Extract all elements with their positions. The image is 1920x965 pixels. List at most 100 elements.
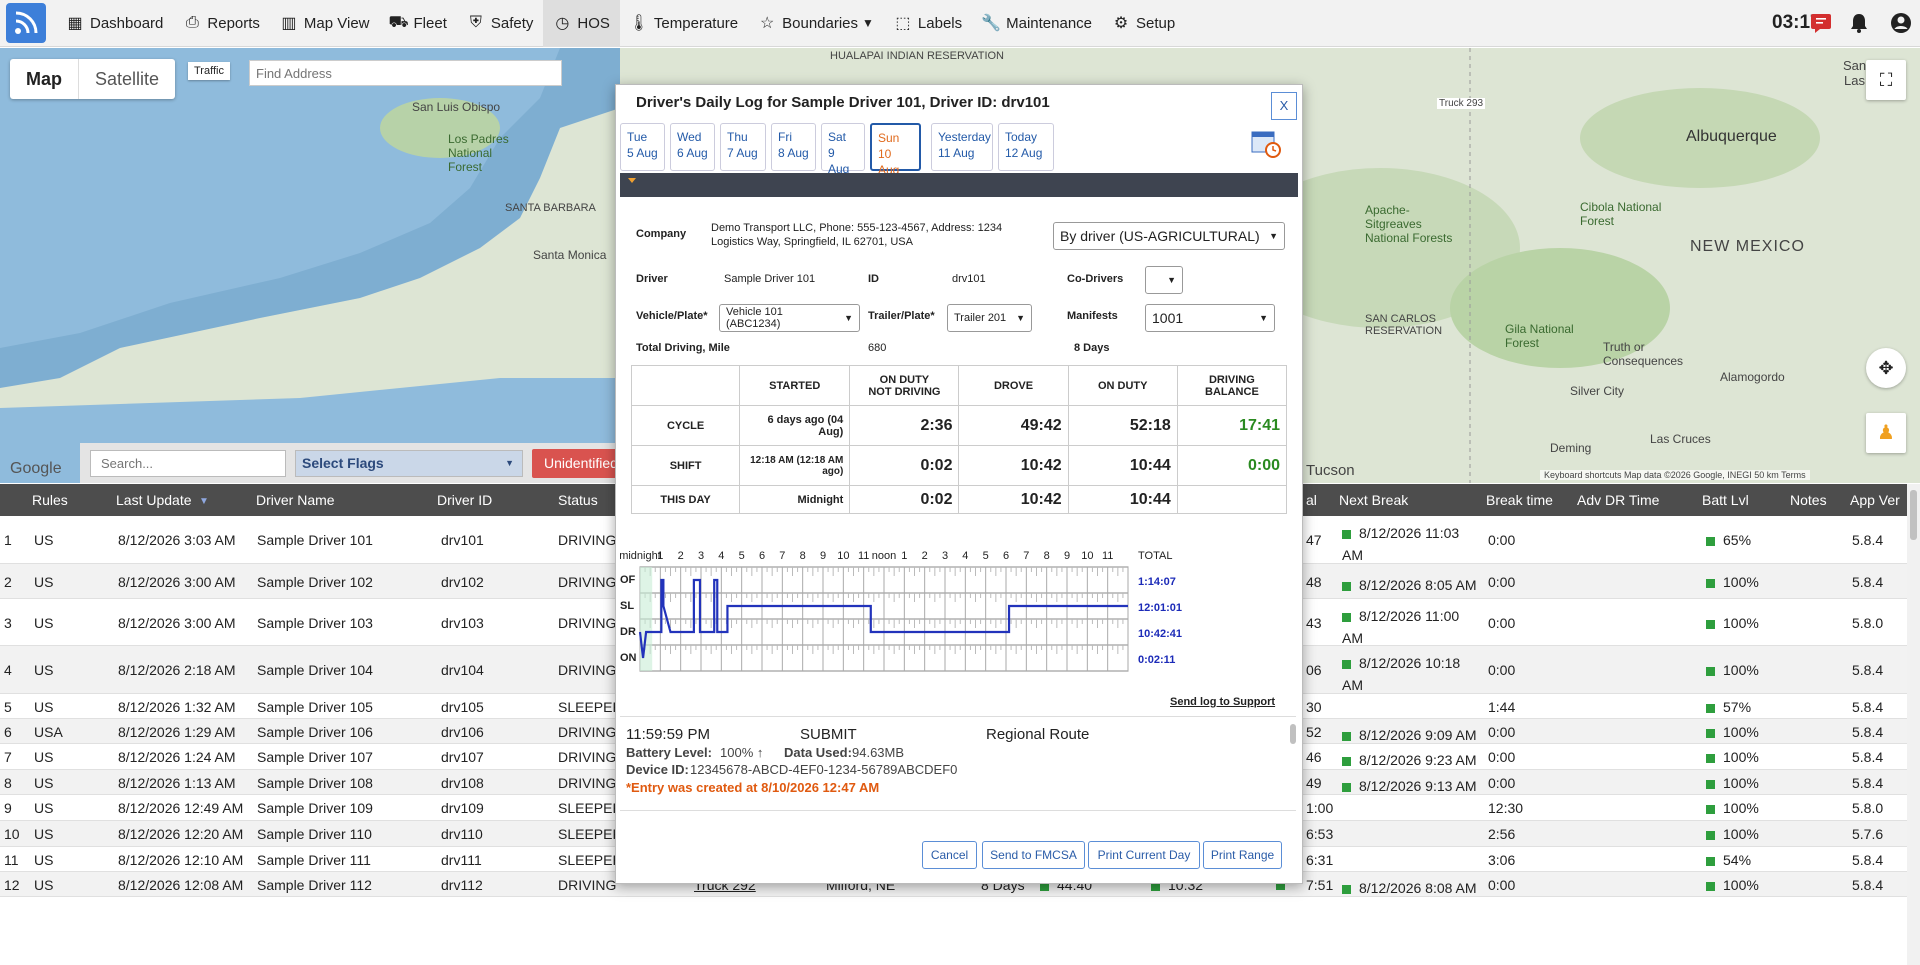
rss-logo-icon[interactable] xyxy=(6,3,46,43)
nav-fleet[interactable]: ⛟ Fleet xyxy=(380,0,457,47)
calendar-clock-icon[interactable] xyxy=(1250,127,1282,159)
event-list[interactable]: 11:59:59 PM SUBMIT Regional Route Batter… xyxy=(620,716,1296,811)
manifests-select[interactable]: 1001 ▼ xyxy=(1145,304,1275,332)
print-range-button[interactable]: Print Range xyxy=(1203,841,1282,869)
user-icon[interactable] xyxy=(1890,12,1912,34)
close-button[interactable]: X xyxy=(1271,92,1297,120)
tab-satellite[interactable]: Satellite xyxy=(79,59,175,99)
vehicle-select[interactable]: Vehicle 101 (ABC1234) ▼ xyxy=(719,304,860,332)
row-number: 1 xyxy=(4,532,12,548)
unidentified-button[interactable]: Unidentified xyxy=(532,449,622,478)
nav-hos[interactable]: ◷ HOS xyxy=(543,0,620,47)
column-header-notes[interactable]: Notes xyxy=(1790,492,1827,508)
table-scrollbar[interactable] xyxy=(1907,484,1920,965)
row-number: 2 xyxy=(4,574,12,590)
graph-hour-label: 10 xyxy=(837,550,849,562)
column-header-partial[interactable]: al xyxy=(1306,492,1317,508)
battery-square-icon xyxy=(1706,881,1715,891)
day-tab[interactable]: Today 12 Aug xyxy=(998,123,1054,171)
duty-status-graph[interactable]: midnight1 2 3 4 5 6 7 8 9 10 11 noon 1 2 3 4 5 6 7 8 9 10 11 TO… xyxy=(618,545,1302,675)
day-tab[interactable]: Sun 10 Aug xyxy=(870,123,921,177)
map-attribution: Keyboard shortcuts Map data ©2026 Google… xyxy=(1540,470,1810,480)
graph-row-total: 10:42:41 xyxy=(1138,628,1182,640)
nav-maintenance[interactable]: 🔧 Maintenance xyxy=(972,0,1102,47)
shield-icon: ⛨ xyxy=(469,14,482,31)
cancel-button[interactable]: Cancel xyxy=(922,841,977,869)
send-to-fmcsa-button[interactable]: Send to FMCSA xyxy=(982,841,1085,869)
column-header-next-break[interactable]: Next Break xyxy=(1339,492,1408,508)
street-view-pegman-icon[interactable]: ♟ xyxy=(1866,413,1906,453)
day-tab[interactable]: Fri 8 Aug xyxy=(771,123,816,171)
device-id-label: Device ID: xyxy=(626,762,689,777)
cell-driver-name: Sample Driver 101 xyxy=(257,532,373,548)
summary-row-cycle: CYCLE 6 days ago (04 Aug) 2:36 49:42 52:… xyxy=(630,405,1288,446)
nav-boundaries[interactable]: ☆ Boundaries ▼ xyxy=(748,0,884,47)
column-header-batt-lvl[interactable]: Batt Lvl xyxy=(1702,492,1749,508)
cell-driver-name: Sample Driver 108 xyxy=(257,775,373,791)
day-tab[interactable]: Tue 5 Aug xyxy=(620,123,665,171)
battery-value: 100% xyxy=(1723,749,1759,765)
cell-app-ver: 5.8.4 xyxy=(1852,724,1884,740)
trailer-select[interactable]: Trailer 201 ▼ xyxy=(947,304,1032,332)
cell-batt-lvl: 100% xyxy=(1706,800,1759,816)
battery-value: 100% xyxy=(1723,775,1759,791)
ruleset-select[interactable]: By driver (US-AGRICULTURAL) ▼ xyxy=(1053,222,1285,250)
nav-labels[interactable]: ⬚ Labels xyxy=(884,0,972,47)
graph-hour-label: 11 xyxy=(1102,550,1113,562)
column-header-break-time[interactable]: Break time xyxy=(1486,492,1553,508)
nav-safety[interactable]: ⛨ Safety xyxy=(457,0,544,47)
event-list-scrollbar[interactable] xyxy=(1290,724,1296,744)
print-current-day-button[interactable]: Print Current Day xyxy=(1088,841,1200,869)
column-header-last-update[interactable]: Last Update xyxy=(116,492,192,508)
map-label: Los Padres National Forest xyxy=(448,132,509,174)
cell-last-update: 8/12/2026 1:13 AM xyxy=(118,775,236,791)
cell-next-break: 8/12/2026 9:23 AM xyxy=(1342,749,1477,771)
graph-hour-label: 8 xyxy=(1044,550,1050,562)
column-header-adv-dr-time[interactable]: Adv DR Time xyxy=(1577,492,1659,508)
search-input[interactable] xyxy=(90,450,286,477)
company-value: Demo Transport LLC, Phone: 555-123-4567,… xyxy=(711,222,1003,248)
nav-setup[interactable]: ⚙ Setup xyxy=(1102,0,1185,47)
nav-temperature[interactable]: 🌡 Temperature xyxy=(620,0,748,47)
bell-icon[interactable] xyxy=(1848,12,1870,34)
vehicle-marker-label[interactable]: Truck 293 xyxy=(1437,98,1486,109)
day-tab[interactable]: Sat 9 Aug xyxy=(821,123,865,176)
cell-last-update: 8/12/2026 3:03 AM xyxy=(118,532,236,548)
pan-control-icon[interactable]: ✥ xyxy=(1866,348,1906,388)
thermometer-icon: 🌡 xyxy=(628,15,650,32)
graph-hour-label: 3 xyxy=(942,550,948,562)
cell-batt-lvl: 100% xyxy=(1706,724,1759,740)
summary-header-driving-balance: DRIVING BALANCE xyxy=(1176,365,1288,406)
day-tab[interactable]: Thu 7 Aug xyxy=(720,123,766,171)
day-tab[interactable]: Yesterday 11 Aug xyxy=(931,123,993,171)
nav-reports[interactable]: ⎙ Reports xyxy=(173,0,270,47)
graph-hour-label: 6 xyxy=(1003,550,1009,562)
column-header-status[interactable]: Status xyxy=(558,492,598,508)
column-header-app-ver[interactable]: App Ver xyxy=(1850,492,1900,508)
cell-next-break: 8/12/2026 9:09 AM xyxy=(1342,724,1477,746)
nav-map-view[interactable]: ▥ Map View xyxy=(270,0,380,47)
send-log-to-support-link[interactable]: Send log to Support xyxy=(1170,696,1275,708)
battery-value: 57% xyxy=(1723,699,1752,715)
message-icon[interactable] xyxy=(1810,12,1832,34)
find-address-input[interactable] xyxy=(249,60,562,86)
tab-map[interactable]: Map xyxy=(10,59,79,99)
co-drivers-select[interactable]: ▼ xyxy=(1145,266,1183,294)
cell-break-time: 0:00 xyxy=(1488,775,1516,791)
status-square-icon xyxy=(1342,581,1351,591)
column-header-rules[interactable]: Rules xyxy=(32,492,68,508)
cell-next-break: 8/12/2026 11:03 AM xyxy=(1342,522,1459,566)
cell-last-update: 8/12/2026 3:00 AM xyxy=(118,574,236,590)
column-header-driver-name[interactable]: Driver Name xyxy=(256,492,335,508)
fullscreen-icon[interactable]: ⛶ xyxy=(1866,60,1906,100)
scrollbar-thumb[interactable] xyxy=(1910,490,1917,540)
map-type-tabs: Map Satellite xyxy=(10,59,176,99)
day-tab[interactable]: Wed 6 Aug xyxy=(670,123,715,171)
select-flags-dropdown[interactable]: Select Flags ▼ xyxy=(295,450,523,477)
nav-dashboard[interactable]: ▦ Dashboard xyxy=(56,0,173,47)
collapse-bar[interactable] xyxy=(620,173,1298,197)
column-header-driver-id[interactable]: Driver ID xyxy=(437,492,492,508)
graph-hour-label: 4 xyxy=(718,550,724,562)
map-label: Silver City xyxy=(1570,384,1625,398)
traffic-button[interactable]: Traffic xyxy=(188,62,230,80)
